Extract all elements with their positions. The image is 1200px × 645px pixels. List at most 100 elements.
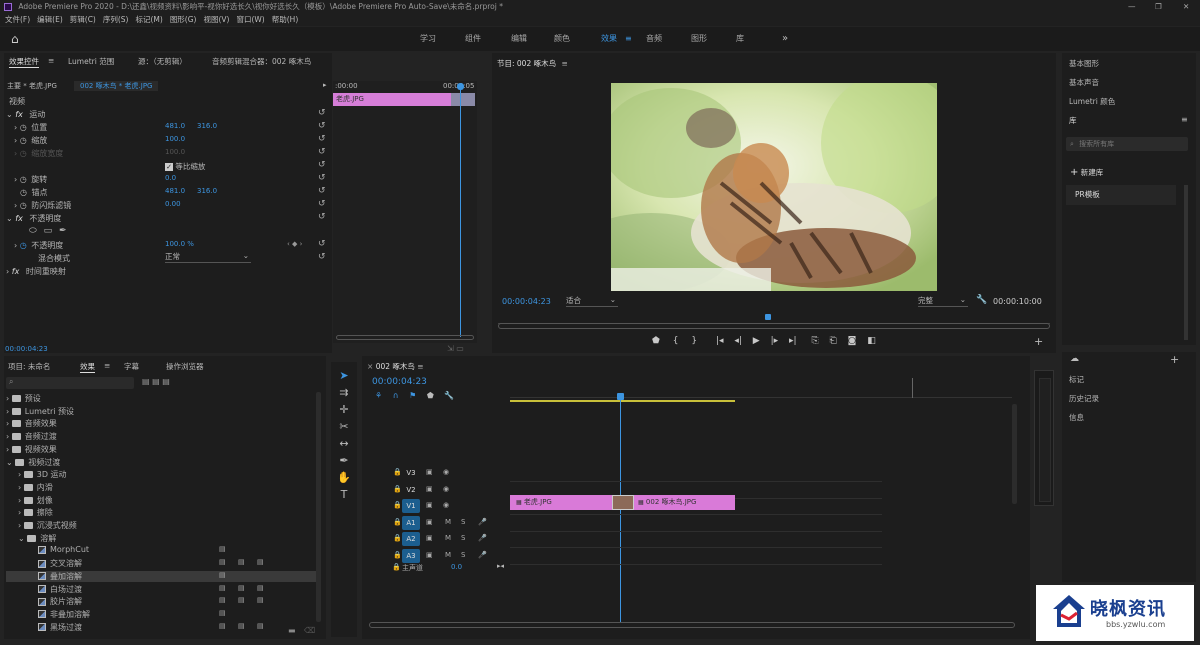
workspace-tab[interactable]: 音频	[646, 27, 662, 51]
lock-icon[interactable]: 🔒	[393, 501, 402, 509]
clip-woodpecker[interactable]: ▦ 002 啄木鸟.JPG	[634, 495, 735, 510]
scale-value[interactable]: 100.0	[165, 135, 185, 143]
right-panel-item-essential-sound[interactable]: 基本声音	[1069, 77, 1099, 88]
effects-tree-item[interactable]: ⌄ 视频过渡	[6, 457, 60, 468]
effects-search-field[interactable]: ⌕	[6, 377, 134, 389]
effects-tree-item[interactable]: MorphCut	[30, 545, 89, 554]
effects-filter-icons[interactable]: ▤ ▤ ▤	[142, 377, 170, 386]
new-bin-icon[interactable]: ▬	[288, 626, 296, 635]
checkbox-icon[interactable]: ✓	[165, 163, 173, 171]
effects-tree-item[interactable]: 叠加溶解	[6, 570, 316, 582]
reset-icon[interactable]: ↺	[318, 173, 326, 183]
eye-icon[interactable]: ◉	[443, 501, 449, 509]
extract-icon[interactable]: ⎗	[830, 336, 837, 346]
effects-tree-item[interactable]: 白场过渡	[30, 584, 82, 595]
stopwatch-icon[interactable]: ◷	[20, 201, 27, 210]
program-timecode[interactable]: 00:00:04:23	[502, 297, 551, 306]
pen-mask-icon[interactable]: ✒	[59, 226, 67, 236]
menu-item[interactable]: 图形(G)	[170, 15, 197, 24]
mic-icon[interactable]: 🎤	[478, 551, 487, 559]
expand-chevron-icon[interactable]: ›	[18, 521, 24, 530]
right-panel-item-essential-graphics[interactable]: 基本图形	[1069, 58, 1099, 69]
lock-icon[interactable]: 🔒	[393, 551, 402, 559]
track-toggle[interactable]: V2	[402, 483, 420, 497]
mute-button[interactable]: M	[445, 518, 451, 526]
go-to-in-icon[interactable]: |◂	[716, 336, 724, 346]
panel-menu-icon[interactable]: ≡	[562, 59, 568, 68]
expand-chevron-icon[interactable]: ›	[18, 483, 24, 492]
menu-item[interactable]: 编辑(E)	[37, 15, 63, 24]
track-toggle[interactable]: V1	[402, 499, 420, 513]
step-back-icon[interactable]: ◂|	[734, 336, 742, 346]
track-toggle[interactable]: A3	[402, 548, 420, 563]
slip-tool-icon[interactable]: ↔	[336, 437, 352, 450]
rotation-value[interactable]: 0.0	[165, 174, 176, 182]
lock-icon[interactable]: 🔒	[393, 534, 402, 542]
menu-item[interactable]: 窗口(W)	[236, 15, 264, 24]
panel-menu-icon[interactable]: ≡	[48, 56, 54, 65]
mic-icon[interactable]: 🎤	[478, 518, 487, 526]
mini-playhead[interactable]	[460, 83, 461, 337]
panel-menu-icon[interactable]: ≡	[1181, 115, 1188, 124]
anchor-x-value[interactable]: 481.0	[165, 187, 185, 195]
effects-tree-item[interactable]: 黑场过渡	[30, 622, 82, 633]
reset-icon[interactable]: ↺	[318, 134, 326, 144]
panel-menu-icon[interactable]: ≡	[417, 362, 423, 371]
tab-captions[interactable]: 字幕	[124, 361, 139, 372]
expand-chevron-icon[interactable]: ›	[6, 419, 12, 428]
mini-playhead-handle[interactable]	[457, 83, 464, 90]
effects-tree-item[interactable]: › 划像	[18, 495, 53, 506]
pen-tool-icon[interactable]: ✒	[336, 454, 352, 467]
track-toggle[interactable]: A2	[402, 532, 420, 546]
stopwatch-icon[interactable]: ◷	[20, 123, 27, 132]
uniform-scale-checkbox[interactable]: ✓ 等比缩放	[165, 161, 205, 172]
eye-icon[interactable]: ◉	[443, 468, 449, 476]
position-x-value[interactable]: 481.0	[165, 122, 185, 130]
menu-item[interactable]: 视图(V)	[203, 15, 229, 24]
effects-tree-item[interactable]: › 视频效果	[6, 444, 57, 455]
quality-dropdown[interactable]: 完整 ⌄	[918, 295, 968, 307]
right-lower-item-info[interactable]: 信息	[1069, 412, 1084, 423]
transition-block[interactable]	[612, 495, 634, 510]
expand-chevron-icon[interactable]: ›	[18, 508, 24, 517]
solo-button[interactable]: S	[461, 551, 465, 559]
stopwatch-icon[interactable]: ◷	[20, 175, 27, 184]
lock-icon[interactable]: 🔒	[393, 518, 402, 526]
razor-tool-icon[interactable]: ✂	[336, 420, 352, 433]
compare-icon[interactable]: ◧	[867, 336, 876, 346]
mute-button[interactable]: M	[445, 534, 451, 542]
master-lock-icon[interactable]: 🔒	[392, 563, 401, 571]
workspace-tab[interactable]: 颜色	[554, 27, 570, 51]
tab-actions-browser[interactable]: 操作浏览器	[166, 361, 204, 372]
solo-button[interactable]: S	[461, 518, 465, 526]
sync-lock-icon[interactable]: ▣	[426, 534, 433, 542]
sync-lock-icon[interactable]: ▣	[426, 551, 433, 559]
add-icon[interactable]: +	[1170, 353, 1179, 366]
reset-icon[interactable]: ↺	[318, 186, 326, 196]
clip-tiger[interactable]: ▦ 老虎.JPG	[510, 495, 612, 510]
timeline-playhead[interactable]	[620, 398, 621, 623]
fit-dropdown[interactable]: 适合 ⌄	[566, 295, 618, 307]
cloud-icon[interactable]: ☁	[1070, 354, 1079, 364]
stopwatch-icon[interactable]: ◷	[20, 136, 27, 145]
effects-tree-item[interactable]: 胶片溶解	[30, 596, 82, 607]
library-item[interactable]: PR模板	[1066, 185, 1176, 205]
snap-icon[interactable]: ∩	[393, 391, 399, 400]
timeline-v-scrollbar[interactable]	[1012, 404, 1017, 504]
library-scrollbar[interactable]	[1184, 185, 1188, 340]
linked-selection-icon[interactable]: ⚑	[409, 391, 416, 400]
motion-row[interactable]: ⌄ fx 运动	[6, 109, 45, 120]
library-search-field[interactable]: ⌕ 搜索所有库	[1066, 137, 1188, 151]
camera-icon[interactable]: ◙	[848, 336, 857, 346]
mini-scrollbar[interactable]	[336, 335, 474, 340]
expand-chevron-icon[interactable]: ⌄	[6, 110, 13, 119]
effects-tree-item[interactable]: › 沉浸式视频	[18, 520, 77, 531]
effects-tree-item[interactable]: › 音频过渡	[6, 431, 57, 442]
anchor-y-value[interactable]: 316.0	[197, 187, 217, 195]
mark-out-icon[interactable]: }	[691, 336, 697, 346]
effects-tree-item[interactable]: › 音频效果	[6, 418, 57, 429]
reset-icon[interactable]: ↺	[318, 108, 326, 118]
reset-icon[interactable]: ↺	[318, 160, 326, 170]
right-lower-item-history[interactable]: 历史记录	[1069, 393, 1099, 404]
position-y-value[interactable]: 316.0	[197, 122, 217, 130]
